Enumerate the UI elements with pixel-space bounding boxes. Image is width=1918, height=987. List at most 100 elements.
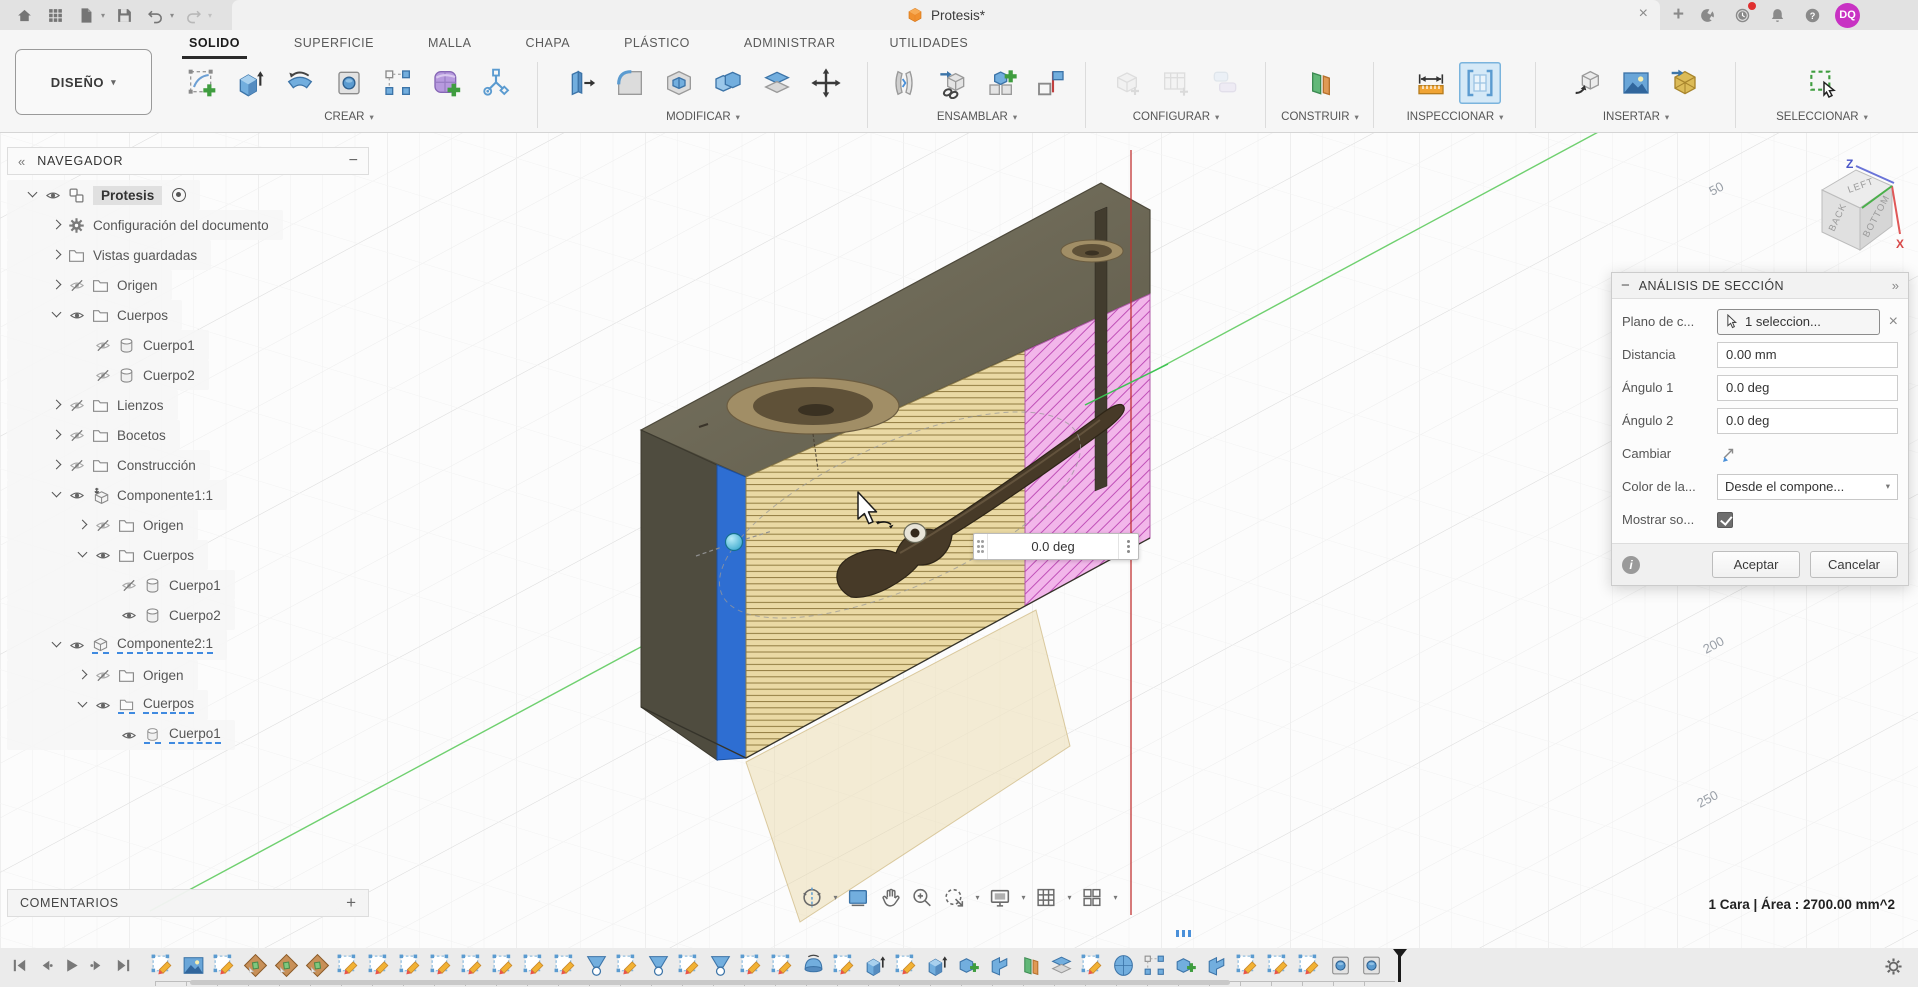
extrude-icon[interactable]	[230, 62, 272, 104]
expand-chevron-icon[interactable]	[26, 188, 40, 202]
expand-chevron-icon[interactable]	[76, 548, 90, 562]
ribbon-tab[interactable]: UTILIDADES	[863, 30, 996, 56]
press-pull-icon[interactable]	[560, 62, 602, 104]
visibility-eye-icon[interactable]	[68, 428, 86, 443]
tree-row[interactable]: Origen	[7, 510, 198, 540]
combine-feature-icon[interactable]	[956, 953, 981, 978]
file-new-icon[interactable]	[74, 4, 98, 26]
sketch-feature-icon[interactable]	[491, 953, 516, 978]
tree-row[interactable]: Origen	[7, 660, 198, 690]
expand-chevron-icon[interactable]	[102, 728, 116, 742]
more-options-icon[interactable]	[1118, 534, 1138, 559]
go-to-start-icon[interactable]	[10, 956, 29, 980]
dialog-collapse-icon[interactable]: −	[1621, 277, 1630, 294]
redo-menu-chevron-icon[interactable]: ▾	[208, 11, 212, 20]
pattern-icon[interactable]	[377, 62, 419, 104]
grid-chevron-icon[interactable]: ▾	[1068, 893, 1072, 902]
sketch-feature-icon[interactable]	[1235, 953, 1260, 978]
visibility-eye-icon[interactable]	[68, 398, 86, 413]
expand-chevron-icon[interactable]	[102, 608, 116, 622]
expand-chevron-icon[interactable]	[50, 488, 64, 502]
minimize-panel-icon[interactable]: −	[349, 152, 358, 170]
ribbon-group-menu[interactable]: CONSTRUIR ▾	[1281, 111, 1359, 123]
expand-chevron-icon[interactable]	[50, 428, 64, 442]
visibility-eye-icon[interactable]	[68, 458, 86, 473]
ribbon-group-menu[interactable]: INSERTAR ▾	[1603, 111, 1669, 123]
display-chevron-icon[interactable]: ▾	[1021, 893, 1025, 902]
pattern-feature-icon[interactable]	[1142, 953, 1167, 978]
split-feature-icon[interactable]	[1049, 953, 1074, 978]
timeline-settings-gear-icon[interactable]	[1883, 956, 1904, 982]
sketch-feature-icon[interactable]	[398, 953, 423, 978]
ribbon-tab[interactable]: SOLIDO	[162, 30, 267, 59]
ground-icon[interactable]	[1030, 62, 1072, 104]
angle-input-value[interactable]: 0.0 deg	[988, 539, 1118, 554]
plane-selection-button[interactable]: 1 seleccion...	[1717, 308, 1880, 335]
derive-icon[interactable]	[1566, 62, 1608, 104]
collapse-panel-icon[interactable]: «	[18, 154, 25, 169]
tree-row[interactable]: Vistas guardadas	[7, 240, 212, 270]
visibility-eye-icon[interactable]	[68, 308, 86, 323]
drag-grip-icon[interactable]	[974, 534, 988, 559]
generative-study-icon[interactable]	[475, 62, 517, 104]
canvas-icon[interactable]	[1615, 62, 1657, 104]
cancel-button[interactable]: Cancelar	[1810, 551, 1898, 578]
play-icon[interactable]	[62, 956, 81, 980]
extrude-feature-icon[interactable]	[863, 953, 888, 978]
ribbon-tab[interactable]: SUPERFICIE	[267, 30, 401, 56]
pan-icon[interactable]	[878, 886, 901, 909]
tree-row[interactable]: Componente1:1	[7, 480, 228, 510]
insert-mesh-icon[interactable]	[1664, 62, 1706, 104]
angle2-input[interactable]	[1717, 407, 1898, 434]
expand-chevron-icon[interactable]	[50, 278, 64, 292]
visibility-eye-icon[interactable]	[44, 188, 62, 203]
visibility-eye-icon[interactable]	[94, 548, 112, 563]
decal-feature-icon[interactable]	[243, 953, 268, 978]
expand-chevron-icon[interactable]	[76, 368, 90, 382]
move-copy-icon[interactable]	[805, 62, 847, 104]
zoom-icon[interactable]	[910, 886, 933, 909]
ribbon-group-menu[interactable]: CREAR ▾	[324, 111, 374, 123]
visibility-eye-icon[interactable]	[68, 278, 86, 293]
expand-chevron-icon[interactable]	[50, 218, 64, 232]
configuration-blocks-icon[interactable]	[1204, 62, 1246, 104]
avatar[interactable]: DQ	[1835, 2, 1860, 28]
undo-menu-chevron-icon[interactable]: ▾	[170, 11, 174, 20]
configuration-icon[interactable]	[1106, 62, 1148, 104]
close-tab-icon[interactable]: ×	[1639, 4, 1648, 24]
grid-settings-icon[interactable]	[1035, 886, 1058, 909]
ribbon-group-menu[interactable]: MODIFICAR ▾	[666, 111, 740, 123]
visibility-eye-icon[interactable]	[94, 338, 112, 353]
sketch-feature-icon[interactable]	[1266, 953, 1291, 978]
hole-icon[interactable]	[328, 62, 370, 104]
info-icon[interactable]: i	[1622, 555, 1640, 574]
sketch-feature-icon[interactable]	[522, 953, 547, 978]
add-comment-icon[interactable]: +	[346, 893, 356, 913]
expand-chevron-icon[interactable]	[50, 248, 64, 262]
undo-icon[interactable]	[143, 4, 167, 26]
angle-input-box[interactable]: 0.0 deg	[973, 533, 1139, 560]
select-icon[interactable]	[1801, 62, 1843, 104]
flip-direction-icon[interactable]	[1717, 443, 1739, 465]
decal-feature-icon[interactable]	[305, 953, 330, 978]
tree-row[interactable]: Configuración del documento	[7, 210, 283, 240]
loft-feature-icon[interactable]	[708, 953, 733, 978]
tree-row[interactable]: Protesis	[7, 180, 201, 210]
sketch-feature-icon[interactable]	[615, 953, 640, 978]
section-analysis-icon[interactable]	[1458, 62, 1501, 104]
distance-input[interactable]	[1717, 341, 1898, 368]
tree-row[interactable]: Cuerpos	[7, 690, 209, 720]
tree-row[interactable]: Cuerpo1	[7, 330, 209, 360]
tree-row[interactable]: Cuerpo2	[7, 360, 209, 390]
fillet-icon[interactable]	[609, 62, 651, 104]
app-grid-icon[interactable]	[43, 4, 67, 26]
tree-row[interactable]: Cuerpo2	[7, 600, 235, 630]
tree-row[interactable]: Construcción	[7, 450, 210, 480]
canvas-feature-icon[interactable]	[181, 953, 206, 978]
tree-row[interactable]: Cuerpo1	[7, 720, 235, 750]
comments-bar[interactable]: COMENTARIOS +	[7, 889, 369, 917]
measure-icon[interactable]	[1410, 62, 1452, 104]
ribbon-group-menu[interactable]: INSPECCIONAR ▾	[1407, 111, 1504, 123]
file-menu-chevron-icon[interactable]: ▾	[101, 11, 105, 20]
insert-design-icon[interactable]	[932, 62, 974, 104]
